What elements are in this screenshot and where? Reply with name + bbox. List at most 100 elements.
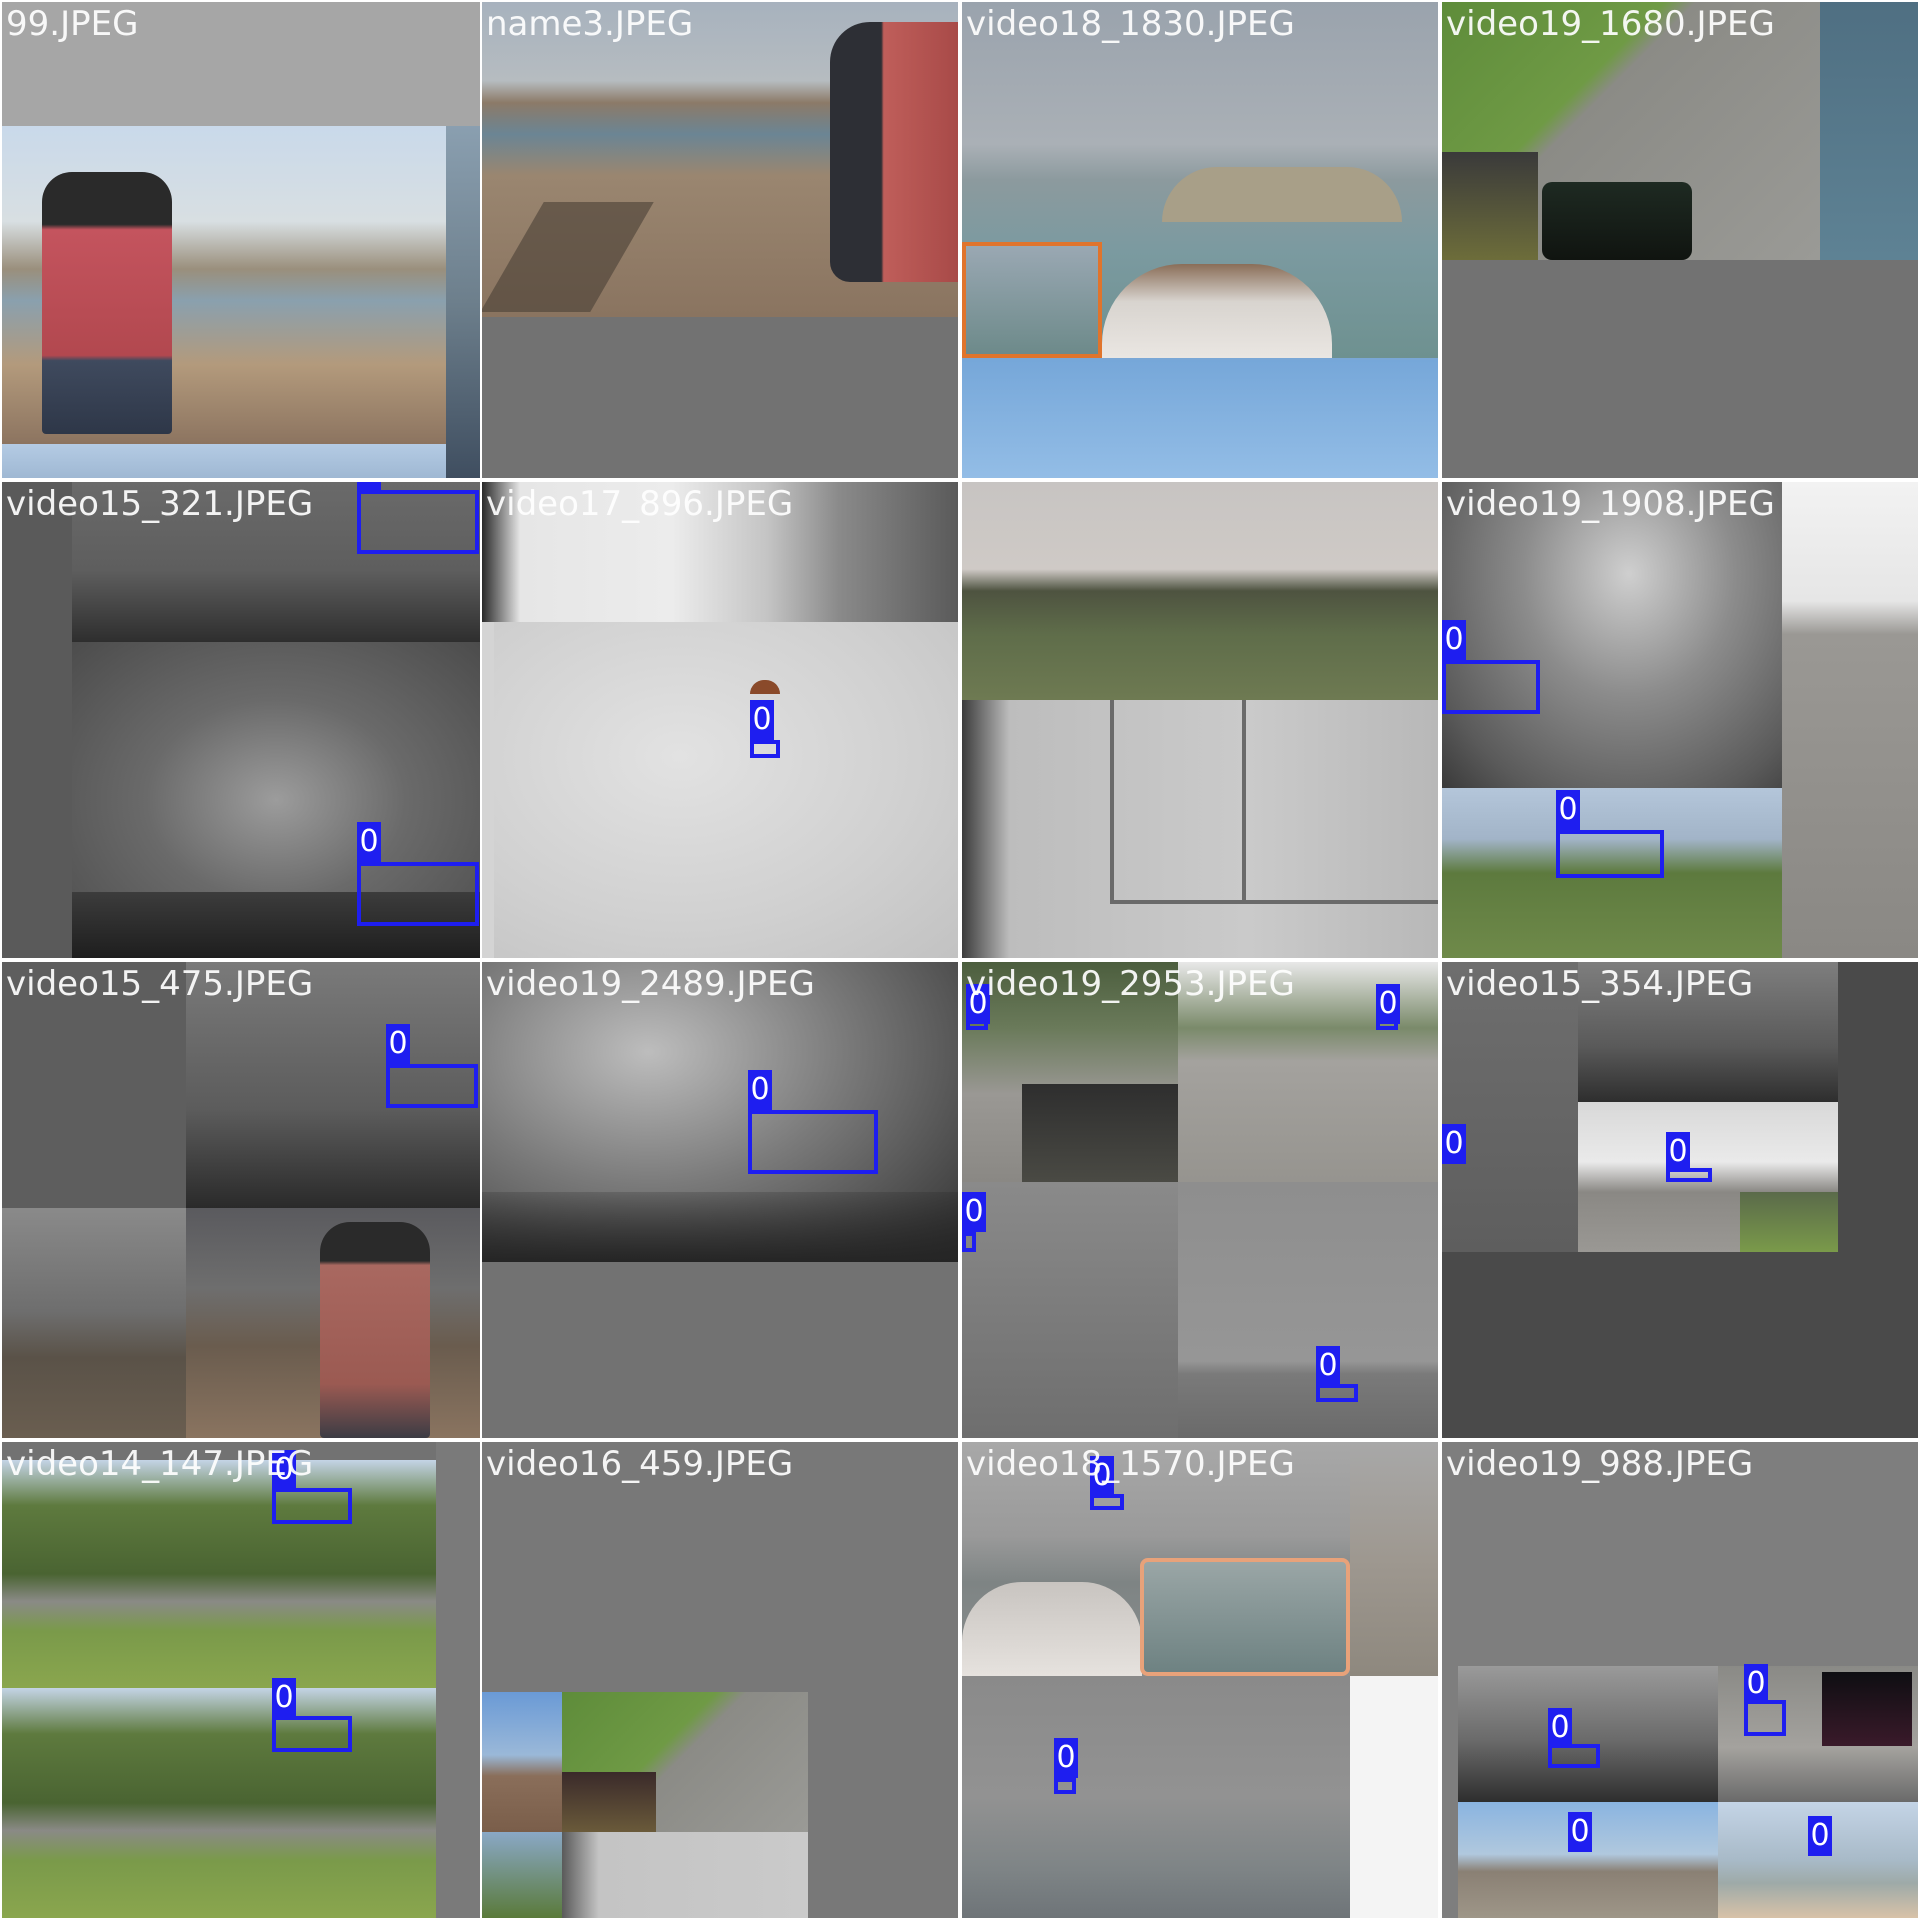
- mosaic-tile: 0 0 video18_1570.JPEG: [962, 1442, 1438, 1918]
- image-filename-label: video15_354.JPEG: [1446, 964, 1754, 1004]
- mosaic-tile: 0 0 0 0 video19_988.JPEG: [1442, 1442, 1918, 1918]
- photo-overcast-sky: [494, 622, 958, 958]
- photo-beach-left: [2, 1208, 186, 1438]
- photo-park-bottom: [2, 1688, 436, 1918]
- mosaic-tile: 0 video17_896.JPEG: [482, 482, 958, 958]
- photo-sea-strip: [1820, 2, 1918, 260]
- mosaic-tile: 0 0 video14_147.JPEG: [2, 1442, 480, 1918]
- photo-pipe: [1242, 700, 1246, 900]
- image-filename-label: video19_2953.JPEG: [966, 964, 1295, 1004]
- detection-box: [272, 1488, 352, 1524]
- photo-strip-bottom: [2, 444, 446, 478]
- mosaic-tile: 0 0 0 0 video19_2953.JPEG: [962, 962, 1438, 1438]
- detection-class-label: 0: [1442, 1124, 1466, 1164]
- image-filename-label: video19_1680.JPEG: [1446, 4, 1775, 44]
- photo-screen-inset: [1022, 1084, 1178, 1182]
- detection-class-label: 0: [1548, 1708, 1572, 1748]
- detection-class-label: 0: [1556, 790, 1580, 830]
- image-filename-label: video19_988.JPEG: [1446, 1444, 1754, 1484]
- detection-box: [357, 862, 479, 926]
- photo-gray-strip: [436, 1442, 480, 1918]
- image-filename-label: name3.JPEG: [486, 4, 694, 44]
- photo-phone-hands: [1542, 182, 1692, 260]
- detection-class-label: 0: [1054, 1738, 1078, 1778]
- photo-pipe: [1110, 700, 1114, 900]
- image-filename-label: video16_459.JPEG: [486, 1444, 794, 1484]
- detection-class-label: 0: [750, 700, 774, 740]
- detection-box: [1744, 1700, 1786, 1736]
- image-filename-label: video15_321.JPEG: [6, 484, 314, 524]
- detection-mosaic-grid: 99.JPEG name3.JPEG video18_1830.JPEG vid…: [0, 0, 1920, 1920]
- photo-pipe-horizontal: [1110, 900, 1438, 904]
- photo-inset-orange-frame: [962, 242, 1102, 358]
- mosaic-tile: video19_1680.JPEG: [1442, 2, 1918, 478]
- photo-cloudy-sky: [1442, 482, 1782, 788]
- mosaic-tile: 0 0 video19_1908.JPEG: [1442, 482, 1918, 958]
- detection-class-label: 0: [357, 822, 381, 862]
- mosaic-tile: 0 video15_475.JPEG: [2, 962, 480, 1438]
- photo-phone-screen: [562, 1772, 656, 1832]
- photo-boat-bow: [1102, 264, 1332, 358]
- photo-tree-line: [482, 1192, 958, 1262]
- photo-inset-orange-frame: [1140, 1558, 1350, 1676]
- photo-person-backpack: [830, 22, 958, 282]
- detection-class-label: 0: [386, 1024, 410, 1064]
- mosaic-tile: [962, 482, 1438, 958]
- detection-class-label: 0: [1316, 1346, 1340, 1386]
- photo-hazy-sea-bottom: [962, 1676, 1350, 1918]
- photo-white-wall: [962, 700, 1438, 958]
- photo-phone-screen: [1822, 1672, 1912, 1746]
- photo-trees-left: [482, 1832, 562, 1918]
- image-filename-label: video17_896.JPEG: [486, 484, 794, 524]
- detection-class-label: 0: [1442, 620, 1466, 660]
- image-filename-label: video14_147.JPEG: [6, 1444, 314, 1484]
- detection-box: [748, 1110, 878, 1174]
- detection-box: [1556, 830, 1664, 878]
- detection-class-label: 0: [748, 1070, 772, 1110]
- photo-person-red-jacket: [42, 172, 172, 434]
- photo-island: [1162, 167, 1402, 222]
- detection-box: [272, 1716, 352, 1752]
- mosaic-tile: 0 0 video15_354.JPEG: [1442, 962, 1918, 1438]
- image-filename-label: video18_1570.JPEG: [966, 1444, 1295, 1484]
- detection-box: [1316, 1384, 1358, 1402]
- detection-box: [750, 740, 780, 758]
- detection-class-label: 0: [357, 482, 381, 490]
- photo-wall-bottom: [562, 1832, 808, 1918]
- photo-park-top: [2, 1460, 436, 1688]
- photo-house-gravel: [1782, 482, 1918, 958]
- photo-webpage-strip: [1350, 1676, 1438, 1918]
- photo-blue-sky-band: [962, 360, 1438, 478]
- photo-screen-inset: [1740, 1192, 1838, 1252]
- image-filename-label: video15_475.JPEG: [6, 964, 314, 1004]
- photo-cloudy-trees: [1458, 1666, 1718, 1802]
- image-filename-label: 99.JPEG: [6, 4, 139, 44]
- photo-person: [320, 1222, 430, 1438]
- photo-gray-sky: [962, 1182, 1178, 1438]
- detection-box: [1090, 1494, 1124, 1510]
- image-filename-label: video19_1908.JPEG: [1446, 484, 1775, 524]
- detection-class-label: 0: [272, 1678, 296, 1718]
- mosaic-tile: video18_1830.JPEG: [962, 2, 1438, 478]
- detection-class-label: 0: [962, 1192, 986, 1232]
- photo-screen-inset: [1442, 152, 1538, 260]
- photo-sand-strip: [1350, 1442, 1438, 1676]
- mosaic-tile: 0 video19_2489.JPEG: [482, 962, 958, 1438]
- photo-wall-ground: [1178, 1182, 1438, 1438]
- detection-box: [386, 1064, 478, 1108]
- detection-box: [1054, 1778, 1076, 1794]
- mosaic-tile: 0 0 video15_321.JPEG: [2, 482, 480, 958]
- detection-box: [962, 1232, 976, 1252]
- detection-box: [1442, 660, 1540, 714]
- detection-class-label: 0: [1568, 1812, 1592, 1852]
- detection-box: [357, 490, 479, 554]
- photo-strip-right: [446, 126, 480, 478]
- image-filename-label: video19_2489.JPEG: [486, 964, 815, 1004]
- mosaic-tile: 99.JPEG: [2, 2, 480, 478]
- photo-field-sky: [962, 482, 1438, 700]
- mosaic-tile: video16_459.JPEG: [482, 1442, 958, 1918]
- detection-class-label: 0: [1744, 1664, 1768, 1704]
- detection-class-label: 0: [1666, 1132, 1690, 1172]
- detection-class-label: 0: [1808, 1816, 1832, 1856]
- detection-class-label: 0: [1376, 984, 1400, 1024]
